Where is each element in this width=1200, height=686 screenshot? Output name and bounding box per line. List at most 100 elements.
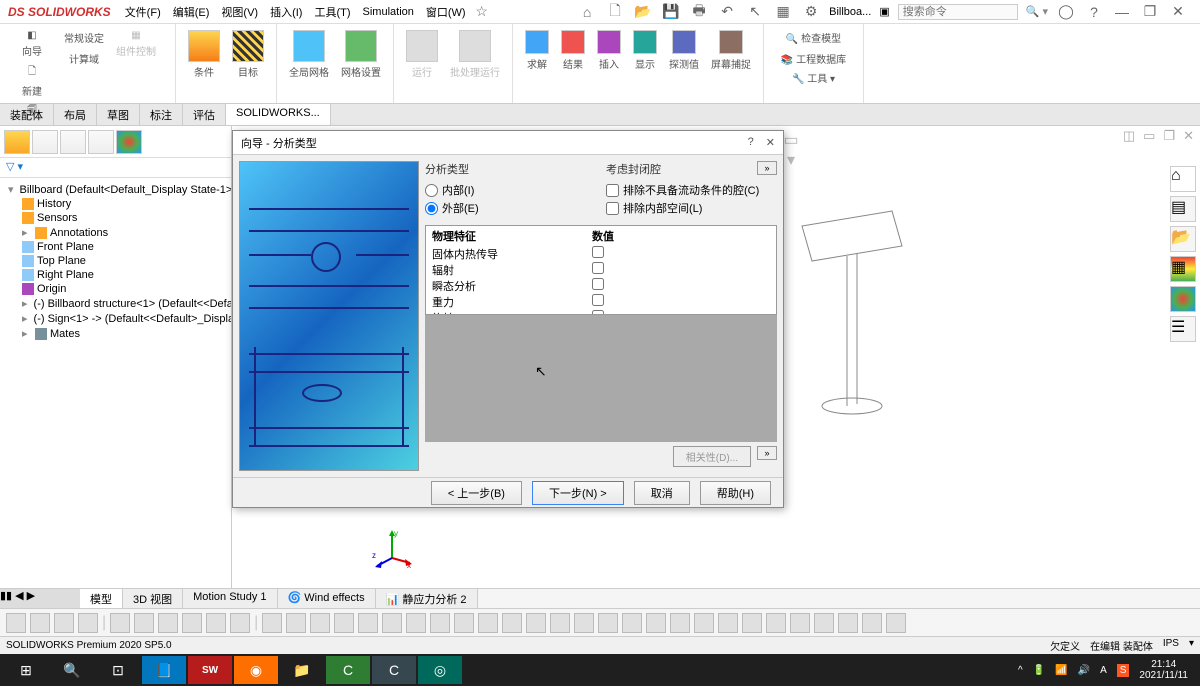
ts-icon[interactable] <box>622 613 642 633</box>
back-button[interactable]: < 上一步(B) <box>431 481 522 505</box>
ts-icon[interactable] <box>286 613 306 633</box>
rt-appearance-icon[interactable] <box>1170 286 1196 312</box>
user-icon[interactable]: ◯ <box>1056 2 1076 22</box>
close-icon[interactable]: ✕ <box>1168 2 1188 22</box>
ts-icon[interactable] <box>382 613 402 633</box>
ribbon-goals[interactable]: 目标 <box>228 28 268 99</box>
grid-row-check[interactable] <box>592 294 604 306</box>
ts-icon[interactable] <box>158 613 178 633</box>
ribbon-global-mesh[interactable]: 全局网格 <box>285 28 333 99</box>
ribbon-solve[interactable]: 求解 <box>521 28 553 99</box>
ts-icon[interactable] <box>230 613 250 633</box>
menu-simulation[interactable]: Simulation <box>357 6 420 18</box>
tray-ime-icon[interactable]: A <box>1100 665 1107 676</box>
tree-tab-feature[interactable] <box>4 130 30 154</box>
ts-icon[interactable] <box>134 613 154 633</box>
tab-assembly[interactable]: 装配体 <box>0 104 54 125</box>
ts-icon[interactable] <box>862 613 882 633</box>
tray-up-icon[interactable]: ^ <box>1018 665 1023 676</box>
rt-list-icon[interactable]: ☰ <box>1170 316 1196 342</box>
next-button[interactable]: 下一步(N) > <box>532 481 624 505</box>
help-icon[interactable]: ? <box>1084 2 1104 22</box>
ribbon-capture[interactable]: 屏幕捕捉 <box>707 28 755 99</box>
ribbon-domain[interactable]: 计算域 <box>60 49 108 68</box>
taskbar-date[interactable]: 2021/11/11 <box>1139 670 1188 681</box>
tree-item[interactable]: Sensors <box>4 211 227 225</box>
open-icon[interactable]: 📂 <box>633 2 653 22</box>
tb-taskview-icon[interactable]: ⊡ <box>96 656 140 684</box>
rt-home-icon[interactable]: ⌂ <box>1170 166 1196 192</box>
tree-item[interactable]: Right Plane <box>4 268 227 282</box>
ts-icon[interactable] <box>430 613 450 633</box>
print-icon[interactable]: 🖶 <box>689 2 709 22</box>
ribbon-batch[interactable]: 批处理运行 <box>446 28 504 99</box>
rt-open-icon[interactable]: 📂 <box>1170 226 1196 252</box>
tree-tab-appearance[interactable] <box>116 130 142 154</box>
grid-row-check[interactable] <box>592 246 604 258</box>
ts-icon[interactable] <box>182 613 202 633</box>
ts-icon[interactable] <box>358 613 378 633</box>
ribbon-mesh-settings[interactable]: 网格设置 <box>337 28 385 99</box>
menu-tools[interactable]: 工具(T) <box>308 4 356 20</box>
ts-icon[interactable] <box>310 613 330 633</box>
ts-icon[interactable] <box>334 613 354 633</box>
check-exclude-noflow[interactable]: 排除不具备流动条件的腔(C) <box>606 181 777 199</box>
tree-tab-property[interactable] <box>32 130 58 154</box>
tree-tab-dimxpert[interactable] <box>88 130 114 154</box>
btm-tab-static[interactable]: 📊 静应力分析 2 <box>376 589 478 608</box>
ts-icon[interactable] <box>574 613 594 633</box>
new-icon[interactable]: 🗋 <box>605 2 625 22</box>
ts-icon[interactable] <box>78 613 98 633</box>
tree-item[interactable]: Top Plane <box>4 254 227 268</box>
feature-tree[interactable]: ▾Billboard (Default<Default_Display Stat… <box>0 178 231 588</box>
cancel-button[interactable]: 取消 <box>634 481 690 505</box>
vp-close-icon[interactable]: ✕ <box>1183 128 1194 144</box>
options-icon[interactable]: ⚙ <box>801 2 821 22</box>
tb-explorer-icon[interactable]: 📁 <box>280 656 324 684</box>
radio-internal[interactable]: 内部(I) <box>425 181 596 199</box>
tb-app[interactable]: ◉ <box>234 656 278 684</box>
tb-app[interactable]: ◎ <box>418 656 462 684</box>
ts-icon[interactable] <box>526 613 546 633</box>
tb-search-icon[interactable]: 🔍 <box>50 656 94 684</box>
ts-icon[interactable] <box>790 613 810 633</box>
tb-app-sw[interactable]: SW <box>188 656 232 684</box>
ribbon-insert[interactable]: 插入 <box>593 28 625 99</box>
ts-icon[interactable] <box>838 613 858 633</box>
tree-item[interactable]: ▸Annotations <box>4 225 227 240</box>
btm-tabs-controls[interactable]: ▮▮ ◀ ▶ <box>0 589 80 608</box>
rt-grid-icon[interactable]: ▦ <box>1170 256 1196 282</box>
ts-icon[interactable] <box>766 613 786 633</box>
dialog-help-icon[interactable]: ? <box>748 136 754 149</box>
tab-solidworks[interactable]: SOLIDWORKS... <box>226 104 331 125</box>
rt-layers-icon[interactable]: ▤ <box>1170 196 1196 222</box>
tree-filter[interactable]: ▽ ▾ <box>0 158 231 178</box>
rebuild-icon[interactable]: ▦ <box>773 2 793 22</box>
btm-tab-model[interactable]: 模型 <box>80 589 123 608</box>
dialog-close-icon[interactable]: ✕ <box>766 136 775 149</box>
start-button[interactable]: ⊞ <box>4 656 48 684</box>
minimize-icon[interactable]: — <box>1112 2 1132 22</box>
ts-icon[interactable] <box>742 613 762 633</box>
physics-grid[interactable]: 物理特征数值 固体内热传导 辐射 瞬态分析 重力 旋转 自由面 <box>425 225 777 315</box>
menu-window[interactable]: 窗口(W) <box>420 4 472 20</box>
tray-battery-icon[interactable]: 🔋 <box>1033 665 1045 676</box>
tab-layout[interactable]: 布局 <box>54 104 97 125</box>
tree-item[interactable]: ▸Mates <box>4 326 227 341</box>
ts-icon[interactable] <box>886 613 906 633</box>
ribbon-check-model[interactable]: 🔍 检查模型 <box>772 28 855 47</box>
tray-volume-icon[interactable]: 🔊 <box>1078 665 1090 676</box>
ts-icon[interactable] <box>206 613 226 633</box>
ts-icon[interactable] <box>30 613 50 633</box>
dependency-button[interactable]: 相关性(D)... <box>673 446 751 467</box>
ts-icon[interactable] <box>814 613 834 633</box>
star-icon[interactable]: ☆ <box>472 2 492 22</box>
vp-min-icon[interactable]: ▭ <box>1143 128 1155 144</box>
save-icon[interactable]: 💾 <box>661 2 681 22</box>
tab-annotate[interactable]: 标注 <box>140 104 183 125</box>
tab-evaluate[interactable]: 评估 <box>183 104 226 125</box>
ts-icon[interactable] <box>454 613 474 633</box>
radio-external[interactable]: 外部(E) <box>425 199 596 217</box>
grid-row-check[interactable] <box>592 278 604 290</box>
menu-insert[interactable]: 插入(I) <box>264 4 308 20</box>
